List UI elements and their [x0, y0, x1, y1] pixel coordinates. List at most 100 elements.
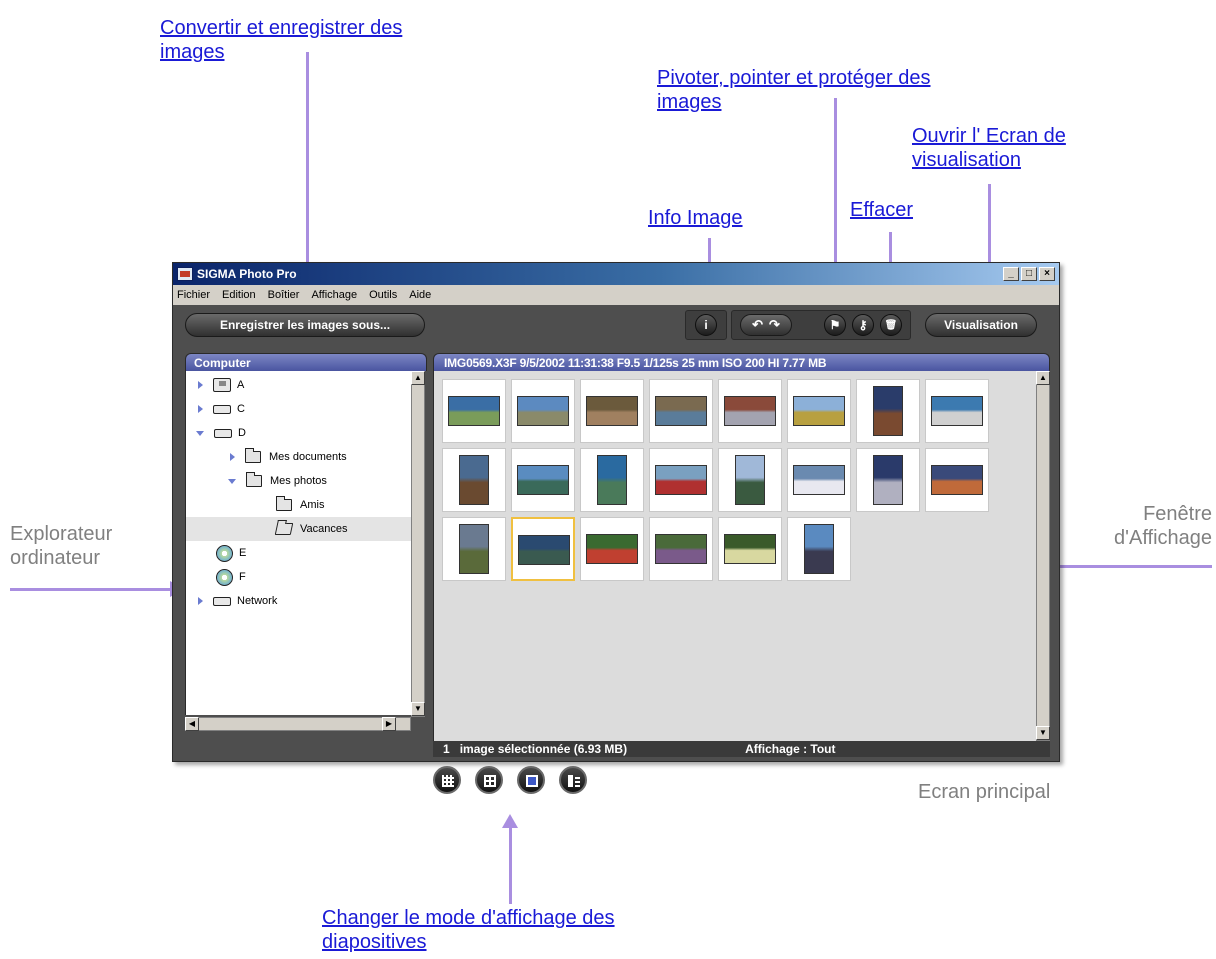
- thumbnail[interactable]: [718, 379, 782, 443]
- tree-item-a[interactable]: A: [186, 373, 412, 397]
- tree-item-c[interactable]: C: [186, 397, 412, 421]
- tree-item-d[interactable]: D: [186, 421, 412, 445]
- list-view-icon[interactable]: [559, 766, 587, 794]
- thumbnail-photo: [793, 396, 845, 426]
- scroll-down-icon[interactable]: ▼: [411, 702, 425, 716]
- menu-outils[interactable]: Outils: [369, 289, 397, 301]
- thumbnail[interactable]: [649, 379, 713, 443]
- thumbnail[interactable]: [925, 379, 989, 443]
- scroll-up-icon[interactable]: ▲: [1036, 371, 1050, 385]
- thumbnail[interactable]: [580, 379, 644, 443]
- visualisation-button[interactable]: Visualisation: [925, 313, 1037, 337]
- collapse-icon[interactable]: [228, 478, 236, 484]
- folder-open-icon: [274, 523, 294, 535]
- single-image-view-icon[interactable]: [517, 766, 545, 794]
- thumbnail-photo: [793, 465, 845, 495]
- thumbnail[interactable]: [442, 379, 506, 443]
- callout-convertir[interactable]: Convertir et enregistrer des images: [160, 16, 402, 64]
- note-explorateur-line2: ordinateur: [10, 547, 101, 569]
- thumbnail-grid: [433, 371, 1036, 741]
- callout-changer[interactable]: Changer le mode d'affichage des diaposit…: [322, 906, 615, 954]
- expand-icon[interactable]: [198, 405, 203, 413]
- thumbnail-photo: [931, 465, 983, 495]
- rotate-right-icon[interactable]: ↷: [769, 317, 780, 333]
- thumbnail[interactable]: [787, 517, 851, 581]
- scroll-up-icon[interactable]: ▲: [411, 371, 425, 385]
- close-button[interactable]: ×: [1039, 267, 1055, 281]
- thumbnail[interactable]: [649, 448, 713, 512]
- image-actions-group: ↶ ↷ ⚑ ⚷ 🗑: [731, 310, 911, 340]
- medium-grid-view-icon[interactable]: [475, 766, 503, 794]
- title-bar[interactable]: SIGMA Photo Pro _ □ ×: [173, 263, 1059, 285]
- save-images-as-button[interactable]: Enregistrer les images sous...: [185, 313, 425, 337]
- toolbar: Enregistrer les images sous... i ↶ ↷ ⚑ ⚷…: [173, 307, 1059, 343]
- rotate-left-icon[interactable]: ↶: [752, 317, 763, 333]
- callout-convertir-line1: Convertir et enregistrer des: [160, 17, 403, 39]
- window-title: SIGMA Photo Pro: [197, 267, 297, 281]
- minimize-button[interactable]: _: [1003, 267, 1019, 281]
- thumbnail[interactable]: [442, 517, 506, 581]
- thumbnail[interactable]: [580, 448, 644, 512]
- expand-icon[interactable]: [198, 597, 203, 605]
- tree-item-mes-photos[interactable]: Mes photos: [186, 469, 412, 493]
- callout-pivoter-line1: Pivoter, pointer et protéger des: [657, 67, 931, 89]
- thumbnail[interactable]: [856, 379, 920, 443]
- maximize-button[interactable]: □: [1021, 267, 1037, 281]
- viewer-vertical-scrollbar[interactable]: ▲ ▼: [1036, 371, 1050, 741]
- thumbnail[interactable]: [787, 379, 851, 443]
- callout-ouvrir[interactable]: Ouvrir l' Ecran de visualisation: [912, 124, 1066, 172]
- thumbnail[interactable]: [511, 448, 575, 512]
- tree-item-label: A: [237, 379, 245, 391]
- tree-item-f[interactable]: F: [186, 565, 412, 589]
- callout-pivoter[interactable]: Pivoter, pointer et protéger des images: [657, 66, 931, 114]
- thumbnail-photo: [724, 396, 776, 426]
- trash-icon[interactable]: 🗑: [880, 314, 902, 336]
- expand-icon[interactable]: [230, 453, 235, 461]
- connector-changer: [509, 826, 512, 904]
- thumbnail-photo: [724, 534, 776, 564]
- thumbnail[interactable]: [856, 448, 920, 512]
- scroll-left-icon[interactable]: ◀: [185, 717, 199, 731]
- folder-icon: [246, 472, 262, 487]
- info-icon[interactable]: i: [695, 314, 717, 336]
- thumbnail[interactable]: [718, 448, 782, 512]
- menu-edition[interactable]: Edition: [222, 289, 256, 301]
- cd-icon: [216, 544, 233, 562]
- scroll-right-icon[interactable]: ▶: [382, 717, 396, 731]
- menu-boitier[interactable]: Boîtier: [268, 289, 300, 301]
- thumbnail[interactable]: [511, 379, 575, 443]
- scroll-down-icon[interactable]: ▼: [1036, 726, 1050, 740]
- expand-icon[interactable]: [198, 381, 203, 389]
- callout-changer-line1: Changer le mode d'affichage des: [322, 907, 615, 929]
- explorer-vertical-scrollbar[interactable]: ▲ ▼: [411, 371, 425, 717]
- tree-item-network[interactable]: Network: [186, 589, 412, 613]
- thumbnail[interactable]: [511, 517, 575, 581]
- floppy-icon: [213, 378, 231, 392]
- thumbnail[interactable]: [649, 517, 713, 581]
- collapse-icon[interactable]: [196, 430, 204, 436]
- explorer-horizontal-scrollbar[interactable]: ◀ ▶: [185, 717, 411, 731]
- thumbnail-photo: [804, 524, 834, 574]
- flag-icon[interactable]: ⚑: [824, 314, 846, 336]
- key-icon[interactable]: ⚷: [852, 314, 874, 336]
- thumbnail[interactable]: [787, 448, 851, 512]
- thumbnail[interactable]: [442, 448, 506, 512]
- thumbnail-photo: [655, 534, 707, 564]
- menu-affichage[interactable]: Affichage: [311, 289, 357, 301]
- thumbnail[interactable]: [718, 517, 782, 581]
- folder-icon: [245, 448, 261, 463]
- menu-fichier[interactable]: Fichier: [177, 289, 210, 301]
- thumbnail[interactable]: [580, 517, 644, 581]
- tree-item-vacances[interactable]: Vacances: [186, 517, 412, 541]
- small-grid-view-icon[interactable]: [433, 766, 461, 794]
- callout-info-image[interactable]: Info Image: [648, 206, 743, 230]
- tree-item-e[interactable]: E: [186, 541, 412, 565]
- thumbnail[interactable]: [925, 448, 989, 512]
- tree-item-mes-documents[interactable]: Mes documents: [186, 445, 412, 469]
- hard-drive-icon: [214, 428, 232, 438]
- menu-aide[interactable]: Aide: [409, 289, 431, 301]
- tree-item-amis[interactable]: Amis: [186, 493, 412, 517]
- thumbnail-photo: [873, 455, 903, 505]
- callout-convertir-line2: images: [160, 41, 225, 63]
- callout-effacer[interactable]: Effacer: [850, 198, 913, 222]
